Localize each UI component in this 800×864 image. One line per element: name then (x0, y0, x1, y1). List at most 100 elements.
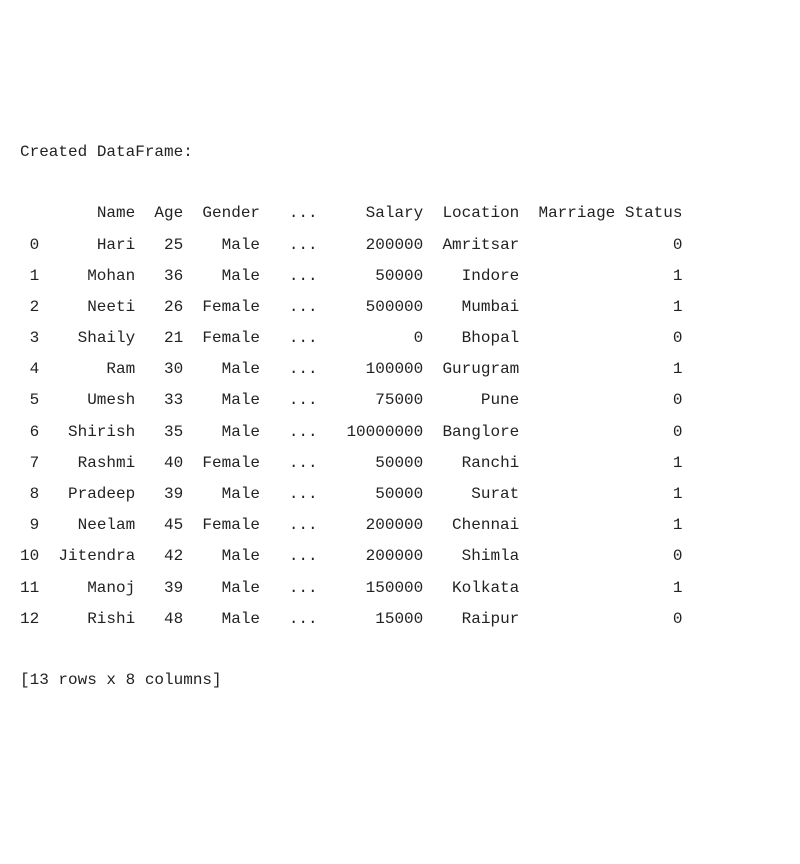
cell-index: 10 (20, 541, 39, 572)
cell-age: 33 (135, 385, 183, 416)
cell-salary: 200000 (318, 541, 424, 572)
cell-ellipsis: ... (260, 261, 318, 292)
cell-gender: Female (183, 323, 260, 354)
cell-name: Shaily (39, 323, 135, 354)
cell-ellipsis: ... (260, 323, 318, 354)
cell-location: Chennai (423, 510, 519, 541)
cell-salary: 15000 (318, 604, 424, 635)
cell-salary: 200000 (318, 230, 424, 261)
table-row: 10Jitendra42Male...200000Shimla0 (20, 541, 780, 572)
output-title: Created DataFrame: (20, 137, 780, 168)
cell-ellipsis: ... (260, 541, 318, 572)
table-row: 4Ram30Male...100000Gurugram1 (20, 354, 780, 385)
cell-status: 1 (615, 448, 682, 479)
cell-salary: 50000 (318, 261, 424, 292)
table-row: 7Rashmi40Female...50000Ranchi1 (20, 448, 780, 479)
cell-age: 36 (135, 261, 183, 292)
cell-salary: 500000 (318, 292, 424, 323)
table-row: 6Shirish35Male...10000000Banglore0 (20, 417, 780, 448)
table-row: 3Shaily21Female...0Bhopal0 (20, 323, 780, 354)
cell-status: 1 (615, 510, 682, 541)
cell-ellipsis: ... (260, 479, 318, 510)
cell-ellipsis: ... (260, 573, 318, 604)
cell-gender: Female (183, 292, 260, 323)
cell-location: Ranchi (423, 448, 519, 479)
cell-salary: 0 (318, 323, 424, 354)
cell-index: 5 (20, 385, 39, 416)
cell-age: 35 (135, 417, 183, 448)
col-gender: Gender (183, 198, 260, 229)
cell-name: Pradeep (39, 479, 135, 510)
table-row: 8Pradeep39Male...50000Surat 1 (20, 479, 780, 510)
cell-index: 7 (20, 448, 39, 479)
cell-age: 25 (135, 230, 183, 261)
cell-location: Amritsar (423, 230, 519, 261)
table-row: 9Neelam45Female...200000Chennai1 (20, 510, 780, 541)
cell-ellipsis: ... (260, 604, 318, 635)
cell-gender: Male (183, 354, 260, 385)
cell-location: Shimla (423, 541, 519, 572)
cell-gender: Male (183, 385, 260, 416)
cell-name: Neeti (39, 292, 135, 323)
col-marriage: Marriage (519, 198, 615, 229)
cell-index: 6 (20, 417, 39, 448)
cell-status: 0 (615, 385, 682, 416)
cell-index: 12 (20, 604, 39, 635)
table-row: 11Manoj39Male...150000Kolkata1 (20, 573, 780, 604)
col-salary: Salary (318, 198, 424, 229)
cell-gender: Female (183, 510, 260, 541)
cell-gender: Male (183, 417, 260, 448)
cell-salary: 150000 (318, 573, 424, 604)
cell-age: 45 (135, 510, 183, 541)
cell-ellipsis: ... (260, 448, 318, 479)
cell-age: 21 (135, 323, 183, 354)
cell-ellipsis: ... (260, 385, 318, 416)
cell-salary: 50000 (318, 479, 424, 510)
cell-name: Hari (39, 230, 135, 261)
cell-status: 1 (615, 479, 682, 510)
cell-name: Ram (39, 354, 135, 385)
cell-index: 1 (20, 261, 39, 292)
col-ellipsis: ... (260, 198, 318, 229)
col-status: Status (615, 198, 682, 229)
table-row: 2Neeti26Female...500000Mumbai1 (20, 292, 780, 323)
cell-age: 39 (135, 573, 183, 604)
cell-name: Manoj (39, 573, 135, 604)
cell-gender: Male (183, 604, 260, 635)
cell-age: 48 (135, 604, 183, 635)
table-row: 1Mohan36Male...50000Indore1 (20, 261, 780, 292)
col-age: Age (135, 198, 183, 229)
cell-gender: Male (183, 479, 260, 510)
cell-index: 0 (20, 230, 39, 261)
cell-salary: 200000 (318, 510, 424, 541)
cell-age: 40 (135, 448, 183, 479)
cell-status: 0 (615, 604, 682, 635)
table-row: 12Rishi48Male...15000Raipur0 (20, 604, 780, 635)
cell-location: Gurugram (423, 354, 519, 385)
cell-location: Surat (423, 479, 519, 510)
cell-age: 39 (135, 479, 183, 510)
cell-location: Banglore (423, 417, 519, 448)
cell-index: 11 (20, 573, 39, 604)
cell-index: 3 (20, 323, 39, 354)
cell-status: 0 (615, 541, 682, 572)
table-row: 0Hari25Male...200000Amritsar0 (20, 230, 780, 261)
cell-location: Indore (423, 261, 519, 292)
cell-gender: Male (183, 261, 260, 292)
cell-age: 26 (135, 292, 183, 323)
cell-gender: Male (183, 573, 260, 604)
cell-location: Pune (423, 385, 519, 416)
cell-name: Rashmi (39, 448, 135, 479)
cell-salary: 100000 (318, 354, 424, 385)
cell-gender: Male (183, 230, 260, 261)
cell-status: 1 (615, 292, 682, 323)
cell-status: 1 (615, 261, 682, 292)
cell-name: Neelam (39, 510, 135, 541)
col-location: Location (423, 198, 519, 229)
cell-gender: Female (183, 448, 260, 479)
cell-index: 4 (20, 354, 39, 385)
cell-status: 1 (615, 573, 682, 604)
cell-index: 8 (20, 479, 39, 510)
cell-ellipsis: ... (260, 354, 318, 385)
cell-ellipsis: ... (260, 292, 318, 323)
